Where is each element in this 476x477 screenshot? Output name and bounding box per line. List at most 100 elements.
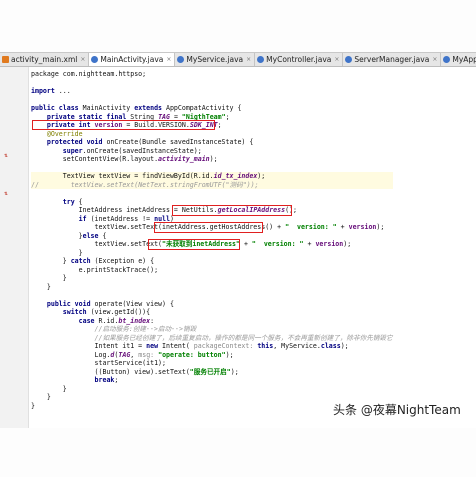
- code-line[interactable]: break;: [31, 376, 393, 385]
- code-token: {: [98, 231, 107, 240]
- code-token: (inetAddress !=: [86, 214, 155, 223]
- code-token: case: [78, 316, 95, 325]
- code-token: ;: [114, 376, 119, 384]
- code-line[interactable]: [31, 189, 393, 198]
- code-line[interactable]: package com.nightteam.httpso;: [31, 70, 393, 79]
- code-line[interactable]: }: [31, 274, 393, 283]
- code-line[interactable]: TextView textView = findViewById(R.id.id…: [31, 172, 393, 181]
- close-icon[interactable]: ×: [246, 56, 251, 63]
- ide-editor-window: activity_main.xml × MainActivity.java × MySe…: [0, 52, 476, 430]
- code-token: ;: [217, 121, 222, 129]
- code-line[interactable]: public class MainActivity extends AppCom…: [31, 104, 393, 113]
- code-line[interactable]: }else {: [31, 232, 393, 241]
- code-token: textView.setText(: [31, 240, 163, 248]
- code-line[interactable]: ((Button) view).setText("服务已开启");: [31, 368, 393, 377]
- code-line[interactable]: textView.setText(inetAddress.getHostAddr…: [31, 223, 393, 232]
- code-token: " version: ": [285, 223, 337, 231]
- tab-5[interactable]: ServerManager.java ×: [343, 53, 442, 66]
- code-token: Intent it1 =: [31, 342, 147, 350]
- code-token: operate(View view) {: [90, 299, 174, 308]
- code-line[interactable]: [31, 164, 393, 173]
- tab-3[interactable]: MyService.java ×: [175, 53, 256, 66]
- code-token: );: [340, 342, 349, 350]
- code-line[interactable]: //启动服务:创建-->启动-->销毁: [31, 325, 393, 334]
- code-line[interactable]: e.printStackTrace();: [31, 266, 393, 275]
- code-line[interactable]: [31, 291, 393, 300]
- code-token: }: [31, 257, 71, 265]
- code-token: TAG: [118, 350, 131, 359]
- java-class-icon: [257, 56, 265, 63]
- code-editor[interactable]: package com.nightteam.httpso; import ...…: [31, 70, 393, 410]
- code-token: "operate: button": [158, 350, 226, 359]
- tab-2[interactable]: MainActivity.java ×: [89, 53, 176, 66]
- code-token: +: [303, 240, 316, 248]
- code-line[interactable]: super.onCreate(savedInstanceState);: [31, 147, 393, 156]
- code-line[interactable]: import ...: [31, 87, 393, 96]
- code-token: +: [336, 223, 349, 231]
- code-line[interactable]: @Override: [31, 130, 393, 139]
- code-line[interactable]: try {: [31, 198, 393, 207]
- code-token: msg:: [138, 350, 159, 359]
- code-line[interactable]: startService(it1);: [31, 359, 393, 368]
- override-marker-icon[interactable]: ⇅: [4, 153, 8, 159]
- bottom-blank-area: [0, 428, 476, 477]
- code-token: this: [257, 342, 274, 350]
- code-token: .onCreate(savedInstanceState);: [82, 146, 202, 155]
- watermark-text: 头条 @夜幕NightTeam: [333, 403, 461, 417]
- code-line[interactable]: //如果服务已经创建了，后续重复启动，操作的都是同一个服务，不会再重新创建了，除…: [31, 334, 393, 343]
- code-token: " version: ": [251, 240, 304, 248]
- code-line[interactable]: if (inetAddress != null): [31, 215, 393, 224]
- code-token: if: [78, 214, 87, 223]
- code-line[interactable]: private int version = Build.VERSION.SDK_…: [31, 121, 393, 130]
- close-icon[interactable]: ×: [80, 56, 85, 63]
- code-token: else: [82, 231, 99, 240]
- close-icon[interactable]: ×: [432, 56, 437, 63]
- close-icon[interactable]: ×: [334, 56, 339, 63]
- override-marker-icon[interactable]: ⇅: [4, 191, 8, 197]
- code-token: extends: [134, 104, 163, 112]
- code-token: private static final: [46, 112, 127, 121]
- tab-4[interactable]: MyController.java ×: [255, 53, 344, 66]
- code-token: //启动服务:创建-->启动-->销毁: [31, 325, 197, 333]
- code-token: new: [146, 342, 159, 350]
- code-token: +: [240, 240, 252, 248]
- editor-tab-bar: activity_main.xml × MainActivity.java × MySe…: [0, 53, 476, 67]
- code-token: , MyService.: [273, 342, 321, 350]
- code-token: }: [31, 248, 83, 257]
- code-token: Log.: [31, 350, 111, 359]
- code-line[interactable]: public void operate(View view) {: [31, 300, 393, 309]
- code-token: =: [169, 112, 182, 121]
- code-line[interactable]: }: [31, 249, 393, 258]
- code-line[interactable]: } catch (Exception e) {: [31, 257, 393, 266]
- code-line[interactable]: [31, 96, 393, 105]
- code-line[interactable]: Log.d(TAG, msg: "operate: button");: [31, 351, 393, 360]
- code-token: "未获取到inetAddress": [162, 240, 240, 248]
- code-token: textView.setText(inetAddress.getHostAddr…: [31, 223, 286, 231]
- code-line[interactable]: setContentView(R.layout.activity_main);: [31, 155, 393, 164]
- code-line[interactable]: private static final String TAG = "Nigth…: [31, 113, 393, 122]
- code-line[interactable]: [31, 79, 393, 88]
- code-token: activity_main: [158, 155, 210, 163]
- code-line[interactable]: Intent it1 = new Intent( packageContext:…: [31, 342, 393, 351]
- tab-1[interactable]: activity_main.xml ×: [0, 53, 90, 66]
- code-line[interactable]: case R.id.bt_index:: [31, 317, 393, 326]
- code-line[interactable]: }: [31, 385, 393, 394]
- code-token: super: [62, 146, 83, 155]
- code-line[interactable]: switch (view.getId()){: [31, 308, 393, 317]
- code-token: version: [348, 223, 377, 231]
- code-token: "NigthTeam": [181, 112, 226, 121]
- code-line[interactable]: textView.setText("未获取到inetAddress" + " v…: [31, 240, 393, 249]
- close-icon[interactable]: ×: [166, 56, 171, 63]
- code-line[interactable]: // textView.setText(NetText.stringFromUT…: [31, 180, 393, 189]
- code-line[interactable]: protected void onCreate(Bundle savedInst…: [31, 138, 393, 147]
- code-token: ((Button) view).setText(: [31, 367, 190, 376]
- code-token: textView.setText(NetText.stringFromUTF("…: [38, 180, 259, 189]
- code-line[interactable]: }: [31, 283, 393, 292]
- code-token: }: [31, 401, 35, 410]
- code-line[interactable]: InetAddress inetAddress = NetUtils.getLo…: [31, 206, 393, 215]
- code-token: );: [343, 240, 352, 248]
- tab-6[interactable]: MyApp.java×: [441, 53, 476, 66]
